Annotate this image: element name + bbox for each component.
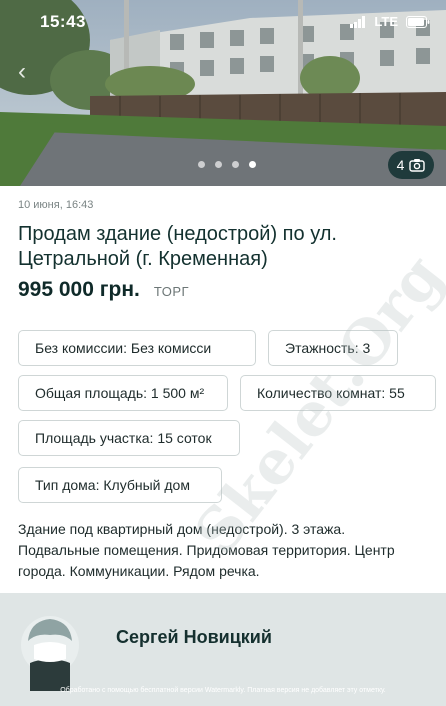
photo-count-badge[interactable]: 4 (388, 151, 434, 179)
camera-icon (409, 159, 426, 172)
status-bar: 15:43 LTE (0, 0, 446, 40)
signal-icon (350, 15, 366, 28)
pagination-dot[interactable] (198, 161, 205, 168)
price-row: 995 000 грн. ТОРГ (18, 278, 189, 302)
param-chip-commission[interactable]: Без комиссии: Без комисси (18, 330, 256, 366)
photo-count: 4 (396, 157, 405, 173)
watermark-note: Обработано с помощью бесплатной версии W… (60, 687, 386, 694)
listing-description: Здание под квартирный дом (недострой). 3… (18, 521, 395, 579)
chevron-left-icon[interactable]: ‹ (8, 58, 36, 86)
avatar (21, 616, 79, 691)
negotiable-label: ТОРГ (153, 284, 190, 299)
network-type: LTE (374, 14, 398, 29)
battery-icon (406, 15, 430, 28)
pagination-dot[interactable] (232, 161, 239, 168)
param-chip-house-type[interactable]: Тип дома: Клубный дом (18, 467, 222, 503)
pagination-dot-active[interactable] (249, 161, 256, 168)
listing-date: 10 июня, 16:43 (18, 199, 94, 211)
seller-name[interactable]: Сергей Новицкий (116, 627, 272, 648)
param-chip-total-area[interactable]: Общая площадь: 1 500 м² (18, 375, 228, 411)
listing-title: Продам здание (недострой) по ул. Цетраль… (18, 223, 337, 270)
seller-card[interactable]: Сергей Новицкий Обработано с помощью бес… (0, 593, 446, 706)
param-chip-floors[interactable]: Этажность: 3 (268, 330, 398, 366)
param-chip-land-area[interactable]: Площадь участка: 15 соток (18, 420, 240, 456)
status-time: 15:43 (40, 12, 86, 31)
photo-gallery[interactable]: 15:43 LTE ‹ 4 (0, 0, 446, 186)
listing-price: 995 000 грн. (18, 278, 140, 301)
gallery-pagination (198, 161, 256, 168)
param-chip-rooms[interactable]: Количество комнат: 55 (240, 375, 436, 411)
pagination-dot[interactable] (215, 161, 222, 168)
